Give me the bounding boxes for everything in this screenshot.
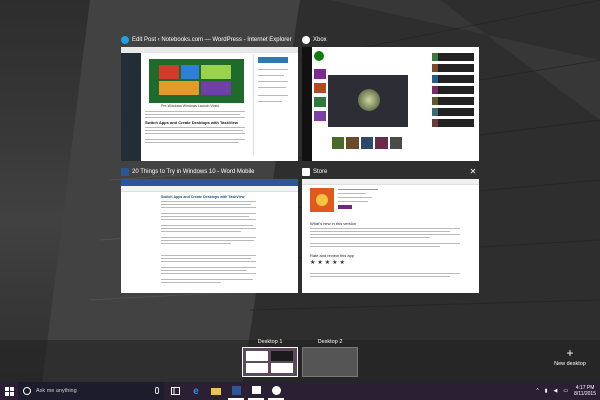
word-window-content: Switch Apps and Create Desktops with Tas… (121, 179, 298, 293)
window-store[interactable]: Store ✕ What's new in this version Rate … (302, 165, 479, 293)
edge-icon: e (193, 385, 199, 397)
taskbar-word[interactable] (228, 382, 244, 400)
window-title: Store (313, 169, 328, 175)
install-button[interactable] (338, 205, 352, 209)
desktop-2-thumbnail[interactable]: Desktop 2 (300, 338, 360, 377)
taskbar-file-explorer[interactable] (208, 382, 224, 400)
search-placeholder: Ask me anything (36, 388, 77, 394)
show-hidden-icons-icon[interactable]: ^ (536, 388, 538, 394)
desktop-preview (242, 347, 298, 377)
friends-list (432, 53, 474, 157)
store-window-content: What's new in this version Rate and revi… (302, 179, 479, 293)
word-icon (231, 385, 241, 395)
window-title: Edit Post ‹ Notebooks.com — WordPress - … (132, 37, 292, 43)
window-xbox[interactable]: Xbox (302, 33, 479, 161)
microphone-icon[interactable] (155, 387, 159, 394)
desktop-preview (302, 347, 358, 377)
window-internet-explorer[interactable]: Edit Post ‹ Notebooks.com — WordPress - … (121, 33, 298, 161)
taskbar: Ask me anything e ^ ▮ ◀ ▭ 4:17 PM 8/11/2… (0, 382, 600, 400)
image-caption: Pre-Windows Windows Launch Video (161, 104, 220, 108)
app-tile (310, 188, 334, 212)
system-tray: ^ ▮ ◀ ▭ 4:17 PM 8/11/2015 (536, 382, 596, 400)
desktop-label: Desktop 1 (257, 339, 283, 345)
xbox-icon (302, 36, 310, 44)
window-title-bar: Xbox (302, 33, 479, 47)
new-desktop-button[interactable]: + New desktop (550, 346, 590, 376)
window-word-mobile[interactable]: 20 Things to Try in Windows 10 - Word Mo… (121, 165, 298, 293)
windows-logo-icon (4, 386, 14, 396)
folder-icon (211, 387, 221, 395)
taskbar-store[interactable] (248, 382, 264, 400)
post-heading: Switch Apps and Create Desktops with Tas… (145, 120, 238, 125)
doc-heading: Switch Apps and Create Desktops with Tas… (161, 195, 245, 199)
featured-image (149, 59, 244, 103)
taskbar-edge[interactable]: e (188, 382, 204, 400)
window-title: 20 Things to Try in Windows 10 - Word Mo… (132, 169, 255, 175)
taskbar-xbox[interactable] (268, 382, 284, 400)
task-view-button[interactable] (168, 382, 182, 400)
window-title-bar: Edit Post ‹ Notebooks.com — WordPress - … (121, 33, 298, 47)
task-view-overlay (0, 0, 600, 340)
cortana-icon (23, 387, 31, 395)
cortana-search-box[interactable]: Ask me anything (18, 382, 164, 400)
plus-icon: + (566, 346, 574, 360)
wp-publish-panel (253, 55, 294, 155)
ie-icon (121, 36, 129, 44)
clock-date: 8/11/2015 (574, 391, 596, 397)
volume-icon[interactable]: ◀ (554, 388, 558, 394)
store-icon (251, 386, 261, 394)
game-video (328, 75, 408, 127)
xbox-icon (271, 385, 281, 395)
action-center-icon[interactable]: ▭ (563, 388, 568, 394)
desktop-1-thumbnail[interactable]: Desktop 1 (240, 338, 300, 377)
network-icon[interactable]: ▮ (545, 388, 548, 394)
close-icon[interactable]: ✕ (467, 165, 479, 179)
start-button[interactable] (2, 382, 16, 400)
window-title-bar: Store (302, 165, 479, 179)
rating-stars[interactable]: ★★★★★ (310, 259, 347, 266)
xbox-window-content (302, 47, 479, 161)
whats-new-heading: What's new in this version (310, 221, 357, 226)
rate-review-heading: Rate and review this app (310, 253, 355, 258)
desktop-label: Desktop 2 (317, 339, 343, 345)
new-desktop-label: New desktop (554, 361, 586, 367)
clock[interactable]: 4:17 PM 8/11/2015 (574, 385, 596, 397)
store-icon (302, 168, 310, 176)
ie-window-content: Pre-Windows Windows Launch Video Switch … (121, 47, 298, 161)
word-icon (121, 168, 129, 176)
window-title-bar: 20 Things to Try in Windows 10 - Word Mo… (121, 165, 298, 179)
wp-admin-sidebar (121, 53, 141, 161)
window-title: Xbox (313, 37, 327, 43)
task-view-icon (170, 387, 180, 395)
